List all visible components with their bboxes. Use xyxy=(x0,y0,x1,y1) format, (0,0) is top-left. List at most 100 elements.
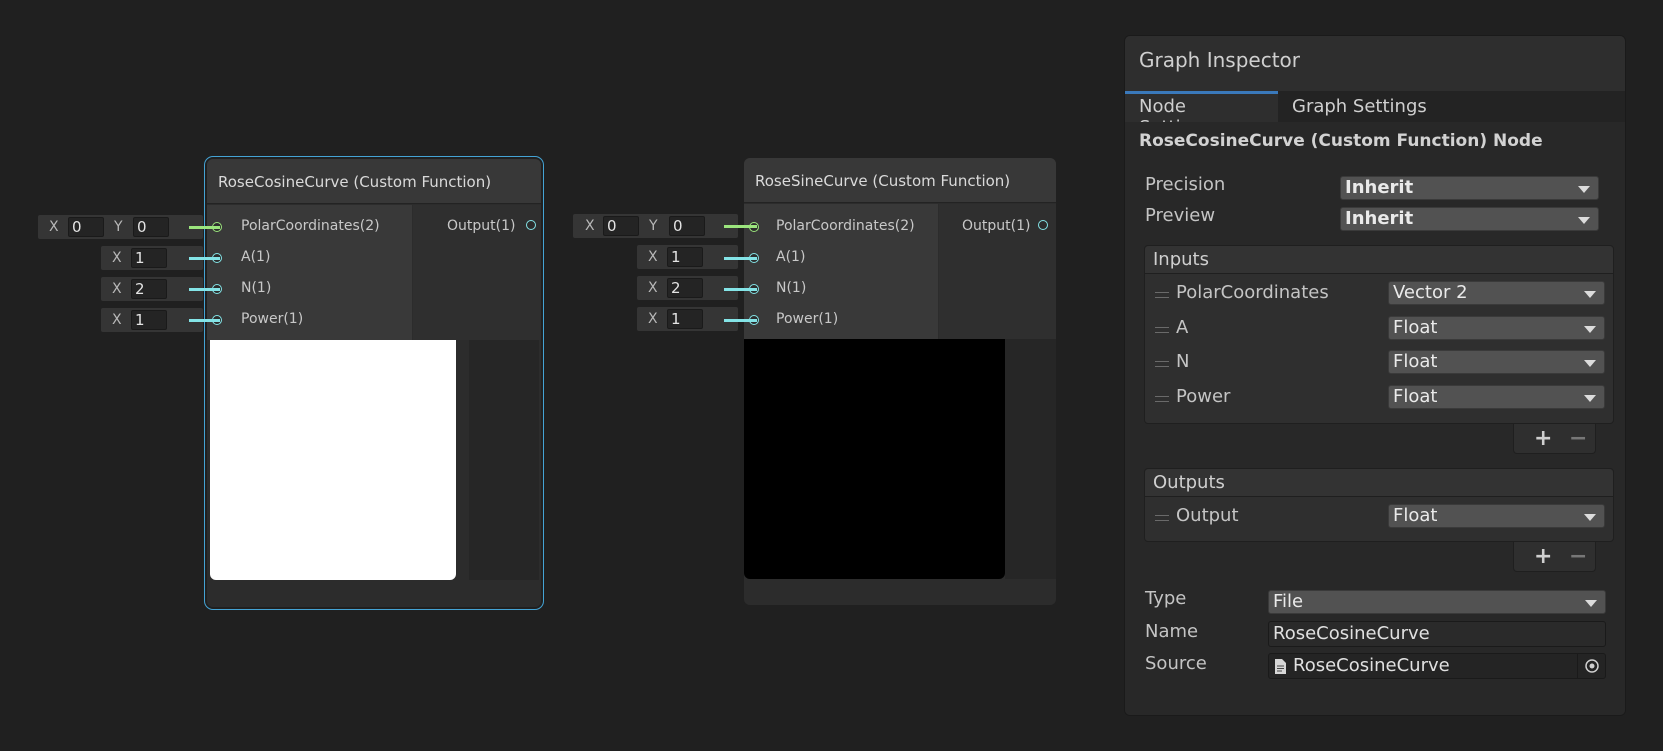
a-field: X 1 xyxy=(101,246,203,270)
a-input[interactable]: 1 xyxy=(667,247,703,267)
name-label: Name xyxy=(1145,621,1199,642)
n-field: X 2 xyxy=(101,277,203,301)
input-type-dropdown[interactable]: Float xyxy=(1388,385,1605,409)
drag-handle-icon[interactable] xyxy=(1155,361,1169,367)
input-type-dropdown[interactable]: Float xyxy=(1388,316,1605,340)
dropdown-value: Vector 2 xyxy=(1393,282,1468,303)
preview-margin xyxy=(469,340,539,580)
chevron-down-icon xyxy=(1578,217,1590,224)
inspector-tabs: Node Settings Graph Settings xyxy=(1125,91,1625,138)
drag-handle-icon[interactable] xyxy=(1155,327,1169,333)
precision-dropdown[interactable]: Inherit xyxy=(1340,176,1599,200)
list-item[interactable]: A Float xyxy=(1145,315,1613,345)
port-label: N(1) xyxy=(241,280,272,296)
input-type-dropdown[interactable]: Float xyxy=(1388,350,1605,374)
preview-margin xyxy=(1005,339,1056,579)
n-field: X 2 xyxy=(637,276,738,300)
dropdown-value: Float xyxy=(1393,317,1438,338)
source-field[interactable]: RoseCosineCurve xyxy=(1268,653,1606,679)
remove-input-button[interactable]: − xyxy=(1569,426,1587,451)
node-outputs-panel: Output(1) xyxy=(413,205,541,340)
x-label: X xyxy=(112,312,122,328)
x-label: X xyxy=(585,218,595,234)
list-item[interactable]: Power Float xyxy=(1145,384,1613,414)
n-input[interactable]: 2 xyxy=(131,279,167,299)
drag-handle-icon[interactable] xyxy=(1155,292,1169,298)
add-input-button[interactable]: + xyxy=(1534,426,1552,451)
x-input[interactable]: 0 xyxy=(603,216,639,236)
power-input[interactable]: 1 xyxy=(131,310,167,330)
output-name: Output xyxy=(1176,505,1239,526)
type-dropdown[interactable]: File xyxy=(1268,590,1606,614)
tab-graph-settings[interactable]: Graph Settings xyxy=(1278,91,1441,122)
port-connector-icon[interactable] xyxy=(1038,220,1048,230)
wire-polar xyxy=(724,225,757,228)
wire-n xyxy=(189,288,220,291)
input-name: PolarCoordinates xyxy=(1176,282,1329,303)
inspector-body: RoseCosineCurve (Custom Function) Node P… xyxy=(1125,122,1625,715)
dropdown-value: Float xyxy=(1393,351,1438,372)
chevron-down-icon xyxy=(1584,514,1596,521)
list-item[interactable]: PolarCoordinates Vector 2 xyxy=(1145,280,1613,310)
x-label: X xyxy=(648,280,658,296)
wire-power xyxy=(189,319,220,322)
outputs-list: Outputs Output Float xyxy=(1144,468,1614,542)
drag-handle-icon[interactable] xyxy=(1155,515,1169,521)
node-inputs-panel: PolarCoordinates(2) A(1) N(1) Power(1) xyxy=(744,204,938,339)
y-input[interactable]: 0 xyxy=(669,216,705,236)
inputs-list: Inputs PolarCoordinates Vector 2 A Float xyxy=(1144,245,1614,424)
inputs-add-remove: + − xyxy=(1513,424,1596,454)
y-input[interactable]: 0 xyxy=(133,217,169,237)
source-label: Source xyxy=(1145,653,1207,674)
add-output-button[interactable]: + xyxy=(1534,544,1552,569)
port-label: A(1) xyxy=(241,249,271,265)
polar-field: X 0 Y 0 xyxy=(573,214,738,238)
y-label: Y xyxy=(114,219,123,235)
port-label: Output(1) xyxy=(447,218,516,234)
node-rose-sine[interactable]: RoseSineCurve (Custom Function) PolarCoo… xyxy=(744,158,1056,605)
drag-handle-icon[interactable] xyxy=(1155,396,1169,402)
graph-inspector: Graph Inspector Node Settings Graph Sett… xyxy=(1124,35,1626,716)
node-preview xyxy=(210,340,456,580)
a-input[interactable]: 1 xyxy=(131,248,167,268)
a-field: X 1 xyxy=(637,245,738,269)
power-field: X 1 xyxy=(637,307,738,331)
list-item[interactable]: N Float xyxy=(1145,349,1613,379)
chevron-down-icon xyxy=(1584,360,1596,367)
power-input[interactable]: 1 xyxy=(667,309,703,329)
node-title[interactable]: RoseCosineCurve (Custom Function) xyxy=(207,159,541,204)
preview-label: Preview xyxy=(1145,205,1216,226)
x-label: X xyxy=(49,219,59,235)
node-outputs-panel: Output(1) xyxy=(939,204,1056,339)
object-picker-button[interactable] xyxy=(1577,653,1605,679)
wire-power xyxy=(724,319,757,322)
port-label: PolarCoordinates(2) xyxy=(241,218,380,234)
port-connector-icon[interactable] xyxy=(526,220,536,230)
wire-n xyxy=(724,288,757,291)
precision-label: Precision xyxy=(1145,174,1226,195)
port-label: N(1) xyxy=(776,280,807,296)
preview-dropdown[interactable]: Inherit xyxy=(1340,207,1599,231)
chevron-down-icon xyxy=(1584,395,1596,402)
type-label: Type xyxy=(1145,588,1187,609)
polar-field: X 0 Y 0 xyxy=(38,215,203,239)
name-field[interactable]: RoseCosineCurve xyxy=(1268,621,1606,647)
remove-output-button[interactable]: − xyxy=(1569,544,1587,569)
node-title[interactable]: RoseSineCurve (Custom Function) xyxy=(744,158,1056,203)
wire-polar xyxy=(189,226,220,229)
dropdown-value: Inherit xyxy=(1345,177,1414,198)
target-icon xyxy=(1585,659,1599,673)
inspector-title[interactable]: Graph Inspector xyxy=(1125,36,1625,91)
input-type-dropdown[interactable]: Vector 2 xyxy=(1388,281,1605,305)
power-field: X 1 xyxy=(101,308,203,332)
list-item[interactable]: Output Float xyxy=(1145,503,1613,533)
n-input[interactable]: 2 xyxy=(667,278,703,298)
x-label: X xyxy=(648,311,658,327)
node-rose-cosine[interactable]: RoseCosineCurve (Custom Function) PolarC… xyxy=(204,156,544,610)
tab-node-settings[interactable]: Node Settings xyxy=(1125,91,1278,138)
x-input[interactable]: 0 xyxy=(68,217,104,237)
output-type-dropdown[interactable]: Float xyxy=(1388,504,1605,528)
port-label: Power(1) xyxy=(241,311,304,327)
input-name: A xyxy=(1176,317,1189,338)
input-name: N xyxy=(1176,351,1190,372)
